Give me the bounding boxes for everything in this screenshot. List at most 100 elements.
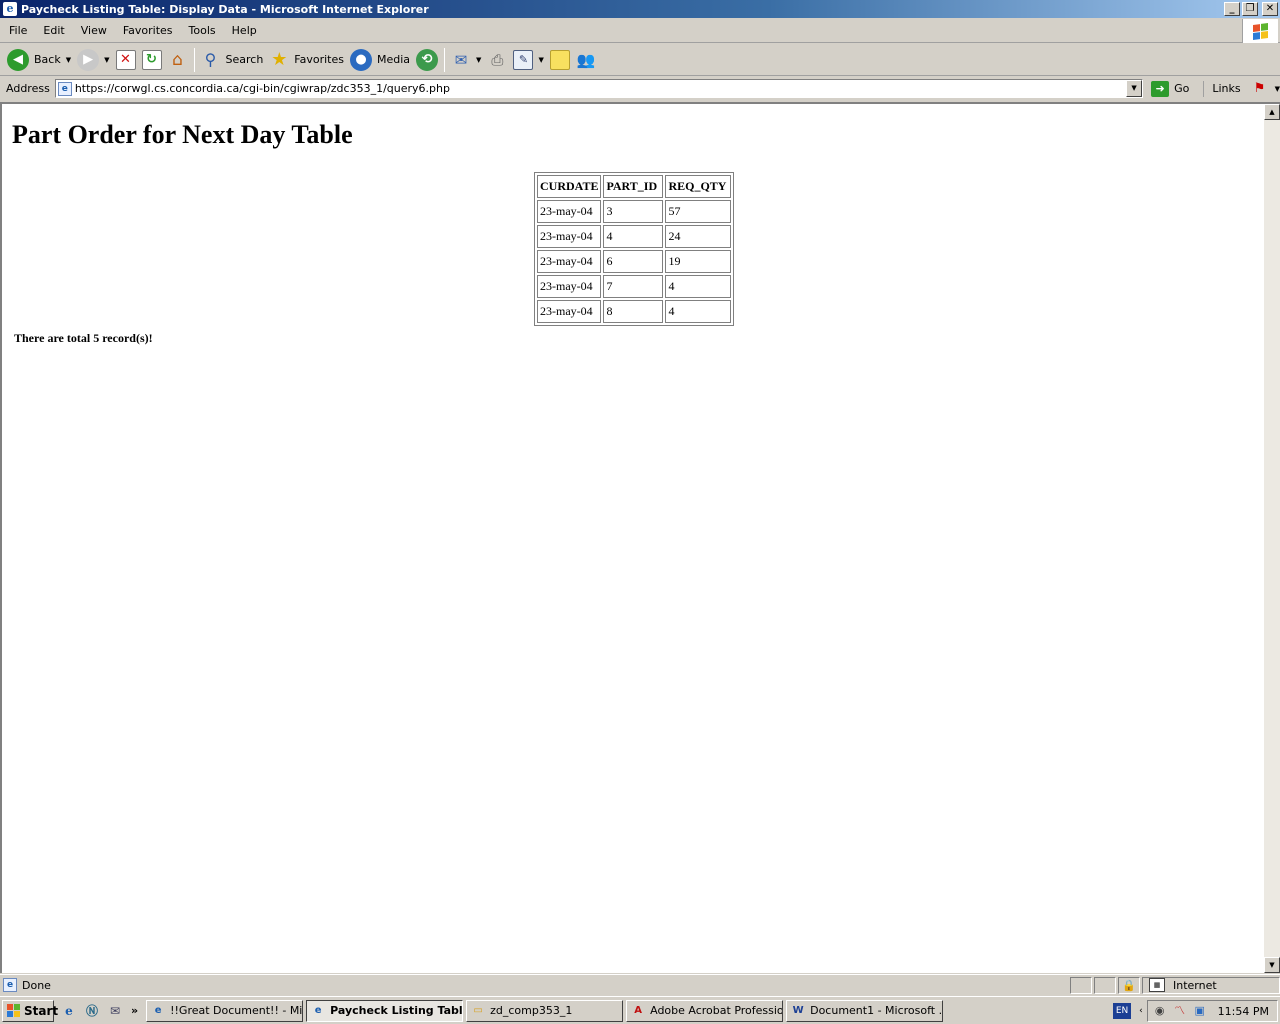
close-button[interactable]: ✕ [1262,2,1278,16]
address-dropdown-icon[interactable]: ▼ [1126,80,1143,97]
history-icon: ⟲ [416,48,439,71]
word-icon: W [792,1004,804,1016]
edit-button[interactable]: ✎ ▼ [510,46,546,74]
links-plugin-icon[interactable]: ⚑ [1251,81,1269,97]
acrobat-icon: A [634,1004,642,1016]
page-content: Part Order for Next Day Table CURDATE PA… [12,120,1260,345]
messenger-button[interactable]: 👥 [573,46,599,74]
language-indicator[interactable]: EN [1113,1003,1132,1019]
ie-icon: e [3,2,17,16]
table-cell: 6 [603,250,664,273]
search-label: Search [225,53,264,66]
security-zone[interactable]: ▦ Internet [1142,976,1280,994]
table-row: 23-may-04 6 19 [537,250,732,273]
go-button[interactable]: ➜ Go [1151,80,1189,97]
forward-button[interactable]: ▶ ▼ [74,46,112,74]
address-input[interactable] [74,82,1127,95]
menu-edit[interactable]: Edit [35,24,72,37]
refresh-icon: ↻ [141,49,162,70]
task-list: e !!Great Document!! - Mic... e Paycheck… [146,999,944,1022]
task-label: Document1 - Microsoft ... [810,1004,944,1017]
restore-button[interactable]: ❐ [1242,2,1258,16]
mail-icon: ✉ [454,50,468,69]
table-header-row: CURDATE PART_ID REQ_QTY [537,175,732,198]
menu-tools[interactable]: Tools [181,24,224,37]
zone-label: Internet [1173,978,1217,992]
address-field[interactable]: e ▼ [54,79,1144,98]
taskbar: Start e Ⓝ ✉ » e !!Great Document!! - Mic… [0,996,1280,1024]
back-dropdown-icon[interactable]: ▼ [66,56,71,64]
mail-button[interactable]: ✉ ▼ [448,46,484,74]
netscape-quicklaunch-icon[interactable]: Ⓝ [83,1002,101,1020]
print-button[interactable]: ⎙ [484,46,510,74]
menu-view[interactable]: View [73,24,115,37]
scroll-down-icon[interactable]: ▼ [1264,957,1280,973]
mail-dropdown-icon[interactable]: ▼ [476,56,481,64]
column-header: REQ_QTY [665,175,732,198]
home-button[interactable]: ⌂ [165,46,191,74]
page-viewport: Part Order for Next Day Table CURDATE PA… [0,102,1280,973]
internet-zone-icon: ▦ [1149,978,1165,992]
windows-flag-icon [7,1004,20,1017]
search-icon: ⚲ [204,50,217,69]
tray-expand-icon[interactable]: ‹ [1139,1006,1143,1016]
media-button[interactable]: ● Media [347,46,413,74]
ie-quicklaunch-icon[interactable]: e [60,1002,78,1020]
tray-acrobat-icon[interactable]: 〽 [1172,1003,1188,1019]
mail-quicklaunch-icon[interactable]: ✉ [106,1002,124,1020]
status-panel [1070,976,1092,994]
table-row: 23-may-04 3 57 [537,200,732,223]
start-button[interactable]: Start [2,999,58,1022]
menu-favorites[interactable]: Favorites [115,24,181,37]
tray-network-icon[interactable]: ▣ [1192,1003,1208,1019]
search-button[interactable]: ⚲ Search [198,46,267,74]
toolbar-separator [193,47,195,72]
scroll-up-icon[interactable]: ▲ [1264,104,1280,120]
discuss-button[interactable] [547,46,573,74]
menu-bar: File Edit View Favorites Tools Help [0,19,1280,43]
forward-dropdown-icon[interactable]: ▼ [104,56,109,64]
task-button[interactable]: ▭ zd_comp353_1 [466,999,624,1022]
history-button[interactable]: ⟲ [413,46,441,74]
window-title-bar[interactable]: e Paycheck Listing Table: Display Data -… [0,0,1280,18]
refresh-button[interactable]: ↻ [139,46,165,74]
lock-icon: 🔒 [1118,976,1140,994]
table-row: 23-may-04 7 4 [537,275,732,298]
task-button[interactable]: A Adobe Acrobat Professio... [626,999,784,1022]
task-label: Paycheck Listing Tabl... [330,1004,464,1017]
window-title: Paycheck Listing Table: Display Data - M… [21,2,429,16]
table-cell: 23-may-04 [537,225,602,248]
quicklaunch-chevron-icon[interactable]: » [131,1004,138,1017]
status-text: Done [22,978,51,992]
system-tray: EN ‹ ◉ 〽 ▣ 11:54 PM [1113,1000,1278,1022]
minimize-button[interactable]: _ [1224,2,1240,16]
menu-file[interactable]: File [0,24,35,37]
table-row: 23-may-04 8 4 [537,300,732,323]
table-cell: 8 [603,300,664,323]
task-button[interactable]: e !!Great Document!! - Mic... [146,999,304,1022]
edit-dropdown-icon[interactable]: ▼ [538,56,543,64]
table-row: 23-may-04 4 24 [537,225,732,248]
links-dropdown-icon[interactable]: ▼ [1275,85,1280,93]
favorites-button[interactable]: ★ Favorites [266,46,347,74]
back-arrow-icon: ◀ [7,48,29,71]
print-icon: ⎙ [491,50,504,69]
back-button[interactable]: ◀ Back ▼ [4,46,74,74]
stop-button[interactable]: ✕ [113,46,139,74]
page-icon: e [57,81,72,96]
home-icon: ⌂ [172,49,183,70]
task-button[interactable]: W Document1 - Microsoft ... [786,999,944,1022]
clock[interactable]: 11:54 PM [1218,1005,1269,1018]
links-bar[interactable]: Links ⚑ ▼ [1203,80,1280,97]
menu-help[interactable]: Help [224,24,265,37]
vertical-scrollbar[interactable]: ▲ ▼ [1264,104,1280,973]
task-label: Adobe Acrobat Professio... [650,1004,784,1017]
tray-app-icon[interactable]: ◉ [1152,1003,1168,1019]
media-label: Media [377,53,411,66]
task-button[interactable]: e Paycheck Listing Tabl... [306,999,464,1022]
page-status-icon: e [3,978,17,992]
address-bar: Address e ▼ ➜ Go Links ⚑ ▼ [0,77,1280,100]
table-cell: 23-may-04 [537,200,602,223]
table-cell: 4 [665,275,732,298]
table-cell: 3 [603,200,664,223]
